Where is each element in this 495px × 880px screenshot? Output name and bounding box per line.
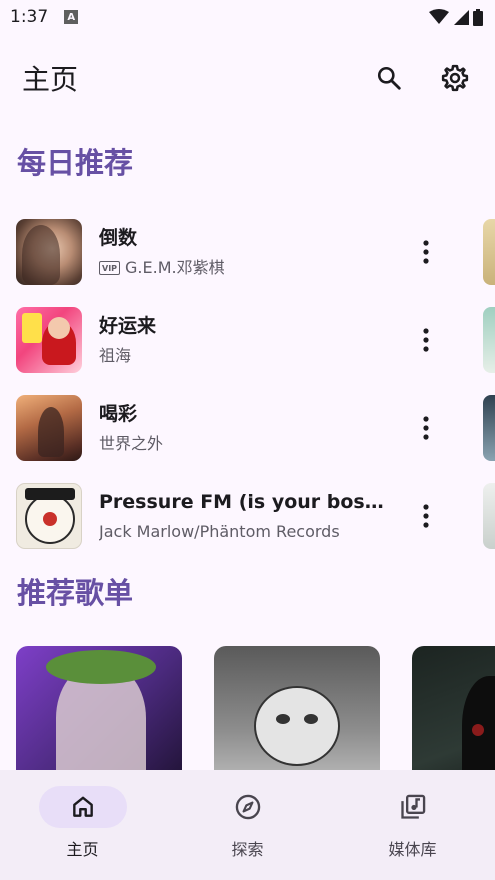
- daily-song-list: 倒数 VIP G.E.M.邓紫棋 好运来 祖海 喝彩 世界之外 Pressure…: [0, 208, 495, 560]
- vip-badge: VIP: [99, 261, 121, 275]
- nav-label: 主页: [66, 840, 99, 859]
- song-artist: G.E.M.邓紫棋: [125, 258, 225, 277]
- more-options-button[interactable]: [410, 230, 442, 274]
- top-actions: [371, 60, 473, 96]
- more-vert-icon: [423, 416, 429, 440]
- song-subtitle: VIP G.E.M.邓紫棋: [99, 257, 391, 279]
- nav-label: 媒体库: [388, 840, 437, 859]
- playlist-card[interactable]: [16, 646, 182, 770]
- more-options-button[interactable]: [410, 494, 442, 538]
- song-artist: 世界之外: [99, 434, 164, 453]
- song-artist: 祖海: [99, 346, 132, 365]
- more-options-button[interactable]: [410, 406, 442, 450]
- nav-item-explore[interactable]: 探索: [165, 770, 330, 880]
- song-peek-cover: [483, 483, 495, 549]
- nav-active-indicator: [38, 786, 127, 828]
- song-info: 喝彩 世界之外: [99, 401, 391, 455]
- song-cover: [16, 483, 82, 549]
- song-peek-cover: [483, 307, 495, 373]
- song-title: 好运来: [99, 315, 157, 337]
- playlist-carousel: [0, 646, 495, 770]
- song-cover: [16, 395, 82, 461]
- page-title: 主页: [22, 63, 79, 96]
- song-peek-cover: [483, 395, 495, 461]
- search-icon: [377, 66, 401, 90]
- wifi-icon: [429, 9, 449, 24]
- playlists-heading: 推荐歌单: [17, 576, 134, 610]
- settings-button[interactable]: [437, 60, 473, 96]
- a-notification-icon: A: [64, 10, 79, 24]
- daily-heading: 每日推荐: [17, 146, 134, 180]
- song-subtitle: Jack Marlow/Phäntom Records: [99, 521, 391, 543]
- status-time: 1:37: [10, 7, 49, 27]
- song-subtitle: 世界之外: [99, 433, 391, 455]
- nav-icon-container: [204, 786, 292, 828]
- more-options-button[interactable]: [410, 318, 442, 362]
- nav-item-library[interactable]: 媒体库: [330, 770, 495, 880]
- nav-item-home[interactable]: 主页: [0, 770, 165, 880]
- nav-label: 探索: [231, 840, 264, 859]
- song-cover: [16, 219, 82, 285]
- search-button[interactable]: [371, 60, 407, 96]
- song-row[interactable]: 喝彩 世界之外: [0, 384, 495, 472]
- more-vert-icon: [423, 504, 429, 528]
- battery-icon: [473, 8, 483, 26]
- playlist-card[interactable]: [214, 646, 380, 770]
- more-vert-icon: [423, 328, 429, 352]
- settings-gear-icon: [441, 64, 469, 92]
- song-peek-cover: [483, 219, 495, 285]
- song-info: 倒数 VIP G.E.M.邓紫棋: [99, 225, 391, 279]
- signal-icon: [454, 10, 469, 25]
- nav-icon-container: [369, 786, 457, 828]
- song-title: Pressure FM (is your boss be…: [99, 491, 391, 513]
- song-cover: [16, 307, 82, 373]
- compass-icon: [235, 794, 260, 820]
- status-bar: 1:37 A: [0, 0, 495, 34]
- home-icon: [72, 796, 93, 817]
- song-row[interactable]: 好运来 祖海: [0, 296, 495, 384]
- more-vert-icon: [423, 240, 429, 264]
- song-info: Pressure FM (is your boss be… Jack Marlo…: [99, 489, 391, 543]
- song-title: 喝彩: [99, 403, 138, 425]
- song-row[interactable]: 倒数 VIP G.E.M.邓紫棋: [0, 208, 495, 296]
- bottom-navigation: 主页 探索 媒体库: [0, 770, 495, 880]
- song-info: 好运来 祖海: [99, 313, 391, 367]
- song-title: 倒数: [99, 227, 138, 249]
- playlist-card[interactable]: [412, 646, 495, 770]
- library-music-icon: [400, 794, 425, 819]
- song-row[interactable]: Pressure FM (is your boss be… Jack Marlo…: [0, 472, 495, 560]
- song-subtitle: 祖海: [99, 345, 391, 367]
- song-artist: Jack Marlow/Phäntom Records: [99, 522, 340, 541]
- top-app-bar: 主页: [0, 50, 495, 106]
- status-icons: [429, 8, 483, 26]
